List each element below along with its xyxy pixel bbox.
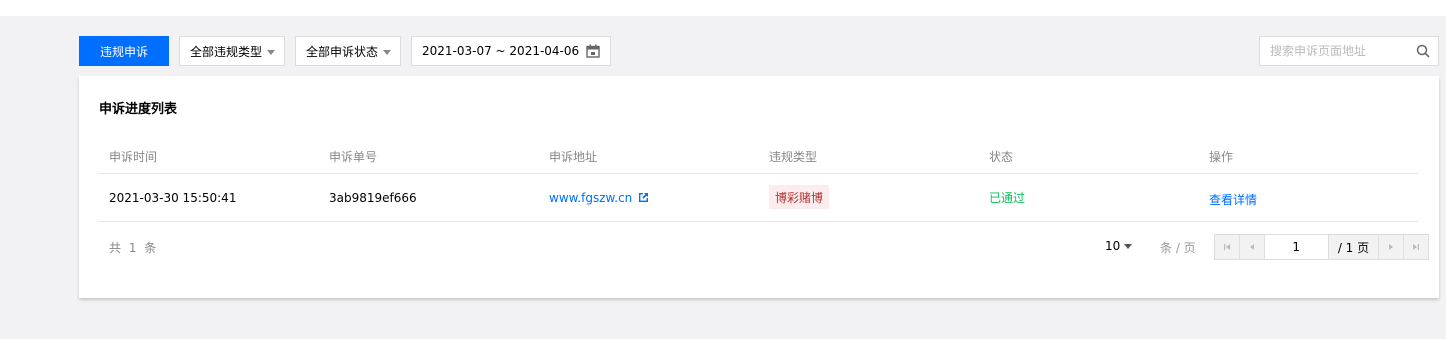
next-page-button[interactable]	[1378, 235, 1404, 259]
table-header: 申诉时间 申诉单号 申诉地址 违规类型 状态 操作	[99, 138, 1419, 174]
appeal-list-card: 申诉进度列表 申诉时间 申诉单号 申诉地址 违规类型 状态 操作 2021-03…	[79, 76, 1439, 298]
search-box	[1259, 36, 1439, 66]
chevron-down-icon	[383, 50, 391, 55]
chevron-down-icon	[1124, 244, 1133, 249]
last-page-icon	[1413, 244, 1420, 250]
violation-type-select[interactable]: 全部违规类型	[179, 36, 285, 66]
first-page-icon	[1223, 244, 1230, 250]
prev-page-button[interactable]	[1239, 235, 1265, 259]
date-range-picker[interactable]: 2021-03-07 ~ 2021-04-06	[411, 36, 611, 66]
appeal-time: 2021-03-30 15:50:41	[109, 191, 237, 205]
column-header-ticket: 申诉单号	[329, 150, 378, 164]
total-count: 共 1 条	[109, 241, 159, 255]
per-page-label: 条 / 页	[1160, 241, 1196, 255]
page-size-select[interactable]: 10	[1105, 239, 1133, 253]
ticket-number: 3ab9819ef666	[329, 191, 417, 205]
status-badge: 已通过	[989, 191, 1026, 205]
toolbar: 违规申诉 全部违规类型 全部申诉状态 2021-03-07 ~ 2021-04-…	[79, 36, 1439, 66]
pagination-bar: 共 1 条 10 条 / 页 / 1 页	[99, 222, 1429, 270]
appeal-url-cell: www.fgszw.cn	[549, 191, 649, 205]
search-input[interactable]	[1260, 37, 1410, 65]
appeal-url-link[interactable]: www.fgszw.cn	[549, 191, 632, 205]
table-row: 2021-03-30 15:50:41 3ab9819ef666 www.fgs…	[99, 174, 1419, 222]
column-header-url: 申诉地址	[549, 150, 598, 164]
view-details-link[interactable]: 查看详情	[1209, 191, 1257, 208]
page-size-value: 10	[1105, 239, 1121, 253]
column-header-status: 状态	[989, 150, 1014, 164]
column-header-violation: 违规类型	[769, 150, 818, 164]
pager: / 1 页	[1214, 234, 1429, 260]
appeal-status-select-label: 全部申诉状态	[306, 44, 379, 59]
violation-type-select-label: 全部违规类型	[190, 44, 263, 59]
date-range-text: 2021-03-07 ~ 2021-04-06	[422, 44, 580, 58]
last-page-button[interactable]	[1403, 235, 1428, 259]
first-page-button[interactable]	[1215, 235, 1240, 259]
chevron-down-icon	[267, 50, 275, 55]
column-header-time: 申诉时间	[109, 150, 158, 164]
top-bar	[0, 0, 1446, 16]
next-page-icon	[1389, 244, 1394, 250]
search-icon[interactable]	[1416, 44, 1430, 58]
appeal-status-select[interactable]: 全部申诉状态	[295, 36, 401, 66]
appeal-button[interactable]: 违规申诉	[79, 36, 169, 66]
calendar-icon	[586, 44, 600, 58]
prev-page-icon	[1249, 244, 1254, 250]
current-page-input[interactable]	[1264, 235, 1329, 259]
card-title: 申诉进度列表	[99, 102, 178, 117]
external-link-icon[interactable]	[638, 192, 649, 203]
column-header-action: 操作	[1209, 150, 1234, 164]
violation-tag: 博彩赌博	[769, 185, 830, 209]
total-pages: / 1 页	[1328, 235, 1379, 259]
